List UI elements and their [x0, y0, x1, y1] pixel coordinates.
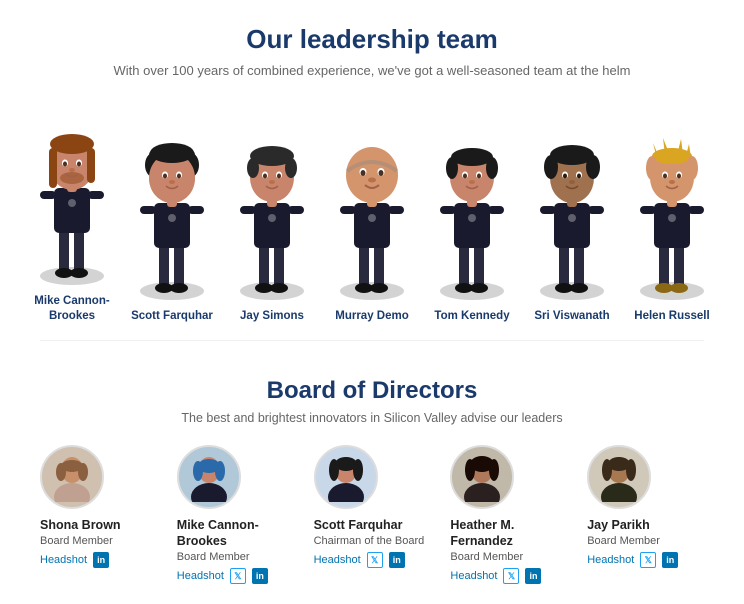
board-member-shona: Shona Brown Board Member Headshot in: [40, 445, 157, 585]
headshot-link-jay-parikh[interactable]: Headshot: [587, 554, 634, 566]
twitter-icon-mike-board[interactable]: 𝕏: [230, 568, 246, 584]
board-links-heather: Headshot 𝕏 in: [450, 568, 541, 584]
bobble-figure-murray: [327, 113, 417, 303]
twitter-icon-jay-parikh[interactable]: 𝕏: [640, 552, 656, 568]
avatar-mike-board: [177, 445, 241, 509]
board-name-shona: Shona Brown: [40, 517, 121, 533]
board-name-heather: Heather M.Fernandez: [450, 517, 514, 550]
twitter-icon-scott-board[interactable]: 𝕏: [367, 552, 383, 568]
board-section: Board of Directors The best and brightes…: [0, 361, 744, 604]
bobble-name-murray: Murray Demo: [335, 309, 409, 324]
board-role-heather: Board Member: [450, 551, 523, 563]
bobble-tom: Tom Kennedy: [422, 113, 522, 324]
leadership-subtitle: With over 100 years of combined experien…: [20, 63, 724, 78]
board-role-scott-board: Chairman of the Board: [314, 535, 425, 547]
board-role-shona: Board Member: [40, 535, 113, 547]
bobble-name-tom: Tom Kennedy: [434, 309, 509, 324]
bobble-figure-sri: [527, 113, 617, 303]
avatar-scott-board: [314, 445, 378, 509]
bobble-murray: Murray Demo: [322, 113, 422, 324]
avatar-jay-parikh: [587, 445, 651, 509]
bobble-figure-scott: [127, 113, 217, 303]
bobble-name-scott: Scott Farquhar: [131, 309, 213, 324]
board-links-shona: Headshot in: [40, 552, 109, 568]
headshot-link-heather[interactable]: Headshot: [450, 570, 497, 582]
bobble-helen: Helen Russell: [622, 113, 722, 324]
linkedin-icon-heather[interactable]: in: [525, 568, 541, 584]
headshot-link-shona[interactable]: Headshot: [40, 554, 87, 566]
board-title: Board of Directors: [40, 377, 704, 405]
bobble-figure-tom: [427, 113, 517, 303]
headshot-link-scott-board[interactable]: Headshot: [314, 554, 361, 566]
avatar-heather: [450, 445, 514, 509]
board-member-jay-parikh: Jay Parikh Board Member Headshot 𝕏 in: [587, 445, 704, 585]
bobble-jay: Jay Simons: [222, 113, 322, 324]
linkedin-icon-shona[interactable]: in: [93, 552, 109, 568]
avatar-shona: [40, 445, 104, 509]
bobble-name-jay: Jay Simons: [240, 309, 304, 324]
bobble-figure-jay: [227, 113, 317, 303]
board-members-row: Shona Brown Board Member Headshot in Mik…: [40, 445, 704, 585]
leadership-title: Our leadership team: [20, 24, 724, 55]
bobblehead-row: Mike Cannon-Brookes: [20, 98, 724, 324]
linkedin-icon-mike-board[interactable]: in: [252, 568, 268, 584]
board-member-heather: Heather M.Fernandez Board Member Headsho…: [450, 445, 567, 585]
bobble-sri: Sri Viswanath: [522, 113, 622, 324]
board-links-jay-parikh: Headshot 𝕏 in: [587, 552, 678, 568]
board-links-mike-board: Headshot 𝕏 in: [177, 568, 268, 584]
board-member-scott-board: Scott Farquhar Chairman of the Board Hea…: [314, 445, 431, 585]
board-name-mike-board: Mike Cannon-Brookes: [177, 517, 259, 550]
bobble-scott: Scott Farquhar: [122, 113, 222, 324]
bobble-mike: Mike Cannon-Brookes: [22, 98, 122, 324]
bobble-figure-mike: [27, 98, 117, 288]
section-divider: [40, 340, 704, 341]
bobble-name-helen: Helen Russell: [634, 309, 709, 324]
linkedin-icon-jay-parikh[interactable]: in: [662, 552, 678, 568]
board-links-scott-board: Headshot 𝕏 in: [314, 552, 405, 568]
bobble-figure-helen: [627, 113, 717, 303]
bobble-name-sri: Sri Viswanath: [534, 309, 609, 324]
bobble-name-mike: Mike Cannon-Brookes: [22, 294, 122, 324]
board-role-jay-parikh: Board Member: [587, 535, 660, 547]
board-role-mike-board: Board Member: [177, 551, 250, 563]
board-name-jay-parikh: Jay Parikh: [587, 517, 650, 533]
leadership-section: Our leadership team With over 100 years …: [0, 0, 744, 340]
twitter-icon-heather[interactable]: 𝕏: [503, 568, 519, 584]
linkedin-icon-scott-board[interactable]: in: [389, 552, 405, 568]
board-member-mike-board: Mike Cannon-Brookes Board Member Headsho…: [177, 445, 294, 585]
headshot-link-mike-board[interactable]: Headshot: [177, 570, 224, 582]
board-subtitle: The best and brightest innovators in Sil…: [40, 411, 704, 425]
board-name-scott-board: Scott Farquhar: [314, 517, 403, 533]
